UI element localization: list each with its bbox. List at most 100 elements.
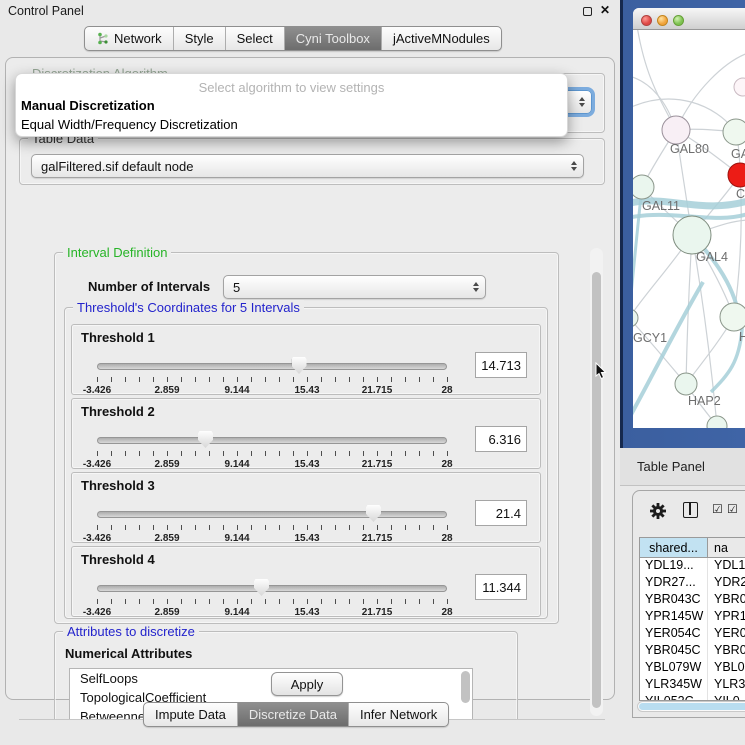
network-node-label: C bbox=[736, 187, 745, 201]
table-cell[interactable]: YBR043C bbox=[640, 592, 708, 609]
network-node-GAL11[interactable] bbox=[633, 175, 654, 199]
combobox-stepper-icon bbox=[579, 97, 585, 107]
float-window-icon[interactable] bbox=[583, 7, 592, 16]
network-node-top-faint[interactable] bbox=[734, 78, 745, 96]
table-row[interactable]: YIL052CYIL0 bbox=[640, 694, 745, 701]
table-cell[interactable]: YDR27... bbox=[640, 575, 708, 592]
horizontal-scrollbar[interactable] bbox=[637, 701, 745, 712]
threshold-value-field[interactable] bbox=[475, 352, 527, 378]
slider-track[interactable] bbox=[97, 437, 447, 444]
table-cell[interactable]: YBR0 bbox=[708, 643, 745, 660]
table-cell[interactable]: YBL0 bbox=[708, 660, 745, 677]
threshold-slider[interactable]: -3.4262.8599.14415.4321.71528 bbox=[94, 503, 450, 543]
table-row[interactable]: YDL19...YDL1 bbox=[640, 558, 745, 575]
tab-network[interactable]: Network bbox=[85, 27, 173, 50]
close-icon[interactable]: ✕ bbox=[600, 3, 610, 17]
list-scrollbar[interactable] bbox=[461, 671, 470, 703]
table-row[interactable]: YBR043CYBR0 bbox=[640, 592, 745, 609]
tab-infer-network[interactable]: Infer Network bbox=[348, 703, 448, 726]
tab-cyni-toolbox[interactable]: Cyni Toolbox bbox=[284, 27, 381, 50]
table-row[interactable]: YLR345WYLR3 bbox=[640, 677, 745, 694]
table-header-row: shared... na bbox=[640, 538, 745, 558]
gear-icon[interactable] bbox=[649, 502, 667, 520]
slider-thumb[interactable] bbox=[292, 357, 307, 374]
table-cell[interactable]: YLR3 bbox=[708, 677, 745, 694]
network-node-GAL-partial[interactable] bbox=[723, 119, 745, 145]
threshold-value-field[interactable] bbox=[475, 574, 527, 600]
minimize-traffic-light-icon[interactable] bbox=[657, 15, 668, 26]
tab-discretize-data[interactable]: Discretize Data bbox=[237, 703, 348, 726]
table-cell[interactable]: YLR345W bbox=[640, 677, 708, 694]
table-cell[interactable]: YIL052C bbox=[640, 694, 708, 701]
threshold-2-box: Threshold 2-3.4262.8599.14415.4321.71528 bbox=[71, 398, 541, 469]
network-node-label: GA bbox=[731, 147, 745, 161]
slider-track[interactable] bbox=[97, 585, 447, 592]
table-data-combobox[interactable]: galFiltered.sif default node bbox=[31, 154, 584, 178]
control-panel-titlebar: Control Panel ✕ bbox=[0, 0, 620, 22]
slider-tick-labels: -3.4262.8599.14415.4321.71528 bbox=[97, 459, 447, 471]
slider-thumb[interactable] bbox=[366, 505, 381, 522]
table-cell[interactable]: YDR2 bbox=[708, 575, 745, 592]
table-cell[interactable]: YPR145W bbox=[640, 609, 708, 626]
close-traffic-light-icon[interactable] bbox=[641, 15, 652, 26]
network-node-GCY1[interactable] bbox=[633, 309, 638, 327]
vertical-scrollbar[interactable] bbox=[590, 248, 603, 716]
table-cell[interactable]: YDL1 bbox=[708, 558, 745, 575]
column-header-shared[interactable]: shared... bbox=[640, 538, 708, 557]
threshold-slider[interactable]: -3.4262.8599.14415.4321.71528 bbox=[94, 429, 450, 469]
tab-impute-data[interactable]: Impute Data bbox=[144, 703, 237, 726]
mouse-cursor bbox=[595, 362, 607, 380]
network-node-GAL4[interactable] bbox=[673, 216, 711, 254]
threshold-value-field[interactable] bbox=[475, 500, 527, 526]
num-intervals-value: 5 bbox=[233, 280, 473, 295]
table-cell[interactable]: YDL19... bbox=[640, 558, 708, 575]
slider-thumb[interactable] bbox=[254, 579, 269, 596]
network-edge-highlighted bbox=[633, 187, 642, 330]
table-cell[interactable]: YER054C bbox=[640, 626, 708, 643]
table-row[interactable]: YBR045CYBR0 bbox=[640, 643, 745, 660]
dropdown-option-manual[interactable]: Manual Discretization bbox=[16, 97, 567, 114]
threshold-slider[interactable]: -3.4262.8599.14415.4321.71528 bbox=[94, 355, 450, 395]
scrollbar-thumb[interactable] bbox=[639, 703, 745, 710]
table-cell[interactable]: YBR0 bbox=[708, 592, 745, 609]
network-node-red-node[interactable] bbox=[728, 163, 745, 187]
threshold-slider[interactable]: -3.4262.8599.14415.4321.71528 bbox=[94, 577, 450, 617]
network-node-HAP2[interactable] bbox=[675, 373, 697, 395]
zoom-traffic-light-icon[interactable] bbox=[673, 15, 684, 26]
threshold-value-field[interactable] bbox=[475, 426, 527, 452]
tab-style[interactable]: Style bbox=[173, 27, 225, 50]
table-cell[interactable]: YBL079W bbox=[640, 660, 708, 677]
interval-definition-group: Interval Definition Number of Intervals … bbox=[54, 252, 559, 624]
table-cell[interactable]: YER0 bbox=[708, 626, 745, 643]
control-panel: Control Panel ✕ NetworkStyleSelectCyni T… bbox=[0, 0, 620, 745]
table-cell[interactable]: YIL0 bbox=[708, 694, 745, 701]
slider-track[interactable] bbox=[97, 363, 447, 370]
network-canvas[interactable]: GAL80GACGAL11GAL4GCY1HHAP2 bbox=[633, 30, 745, 428]
network-node-H-partial[interactable] bbox=[720, 303, 745, 331]
slider-thumb[interactable] bbox=[198, 431, 213, 448]
column-header-name[interactable]: na bbox=[708, 538, 745, 557]
apply-button[interactable]: Apply bbox=[271, 672, 343, 696]
group-title: Attributes to discretize bbox=[63, 624, 199, 639]
num-intervals-combobox[interactable]: 5 bbox=[223, 275, 486, 299]
network-window-titlebar[interactable] bbox=[633, 8, 745, 30]
tab-select[interactable]: Select bbox=[225, 27, 284, 50]
group-title: Threshold's Coordinates for 5 Intervals bbox=[73, 300, 304, 315]
table-row[interactable]: YER054CYER0 bbox=[640, 626, 745, 643]
table-cell[interactable]: YBR045C bbox=[640, 643, 708, 660]
column-layout-icon[interactable] bbox=[683, 502, 698, 518]
network-icon bbox=[96, 32, 109, 45]
table-row[interactable]: YBL079WYBL0 bbox=[640, 660, 745, 677]
checkbox-icon[interactable]: ☑ bbox=[727, 502, 738, 516]
scrollbar-thumb[interactable] bbox=[592, 272, 601, 708]
table-row[interactable]: YPR145WYPR1 bbox=[640, 609, 745, 626]
slider-track[interactable] bbox=[97, 511, 447, 518]
slider-ticks bbox=[97, 525, 447, 530]
network-node-GAL80[interactable] bbox=[662, 116, 690, 144]
checkbox-icon[interactable]: ☑ bbox=[712, 502, 723, 516]
network-node-label: H bbox=[739, 330, 745, 344]
table-row[interactable]: YDR27...YDR2 bbox=[640, 575, 745, 592]
dropdown-option-equal-width[interactable]: Equal Width/Frequency Discretization bbox=[16, 116, 567, 133]
tab-jactivemnodules[interactable]: jActiveMNodules bbox=[381, 27, 501, 50]
table-cell[interactable]: YPR1 bbox=[708, 609, 745, 626]
